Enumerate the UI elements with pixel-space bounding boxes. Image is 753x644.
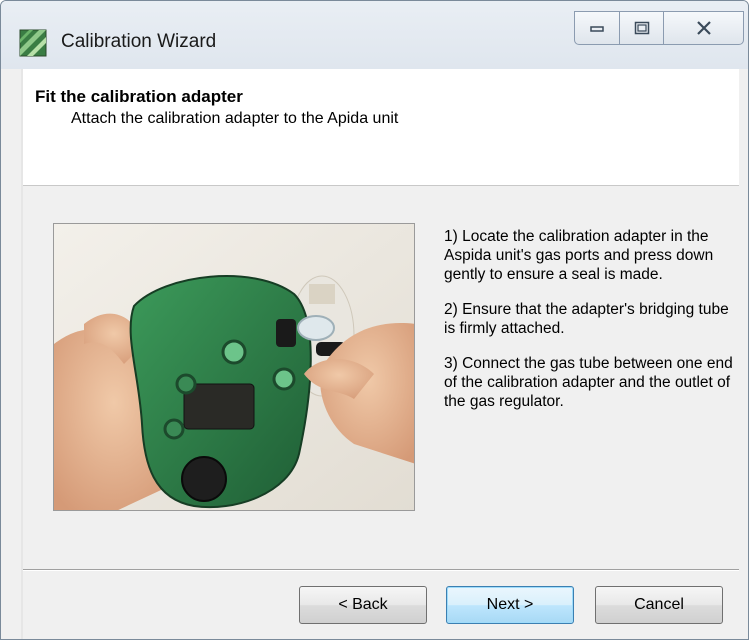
back-button[interactable]: < Back <box>299 586 427 624</box>
minimize-button[interactable] <box>574 11 620 45</box>
next-button[interactable]: Next > <box>446 586 574 624</box>
caption-buttons <box>574 11 744 45</box>
step-3-text: 3) Connect the gas tube between one end … <box>444 355 733 410</box>
calibration-wizard-icon <box>19 29 47 57</box>
cancel-button[interactable]: Cancel <box>595 586 723 624</box>
instruction-steps: 1) Locate the calibration adapter in the… <box>444 227 734 427</box>
instruction-photo <box>53 223 415 511</box>
button-area-divider-highlight <box>23 570 739 571</box>
wizard-header: Fit the calibration adapter Attach the c… <box>23 69 739 186</box>
gas-detector-photo <box>54 224 414 510</box>
close-button[interactable] <box>664 11 744 45</box>
maximize-icon <box>634 21 649 35</box>
page-title: Fit the calibration adapter <box>35 87 243 106</box>
page-subtitle: Attach the calibration adapter to the Ap… <box>71 110 399 127</box>
step-1-text: 1) Locate the calibration adapter in the… <box>444 228 714 283</box>
minimize-icon <box>590 26 604 32</box>
maximize-button[interactable] <box>620 11 664 45</box>
window-title: Calibration Wizard <box>61 31 217 52</box>
close-icon <box>696 21 711 35</box>
calibration-wizard-window: Calibration Wizard Fit the calibration a… <box>0 0 749 640</box>
title-bar[interactable]: Calibration Wizard <box>1 1 748 69</box>
step-2-text: 2) Ensure that the adapter's bridging tu… <box>444 301 729 337</box>
